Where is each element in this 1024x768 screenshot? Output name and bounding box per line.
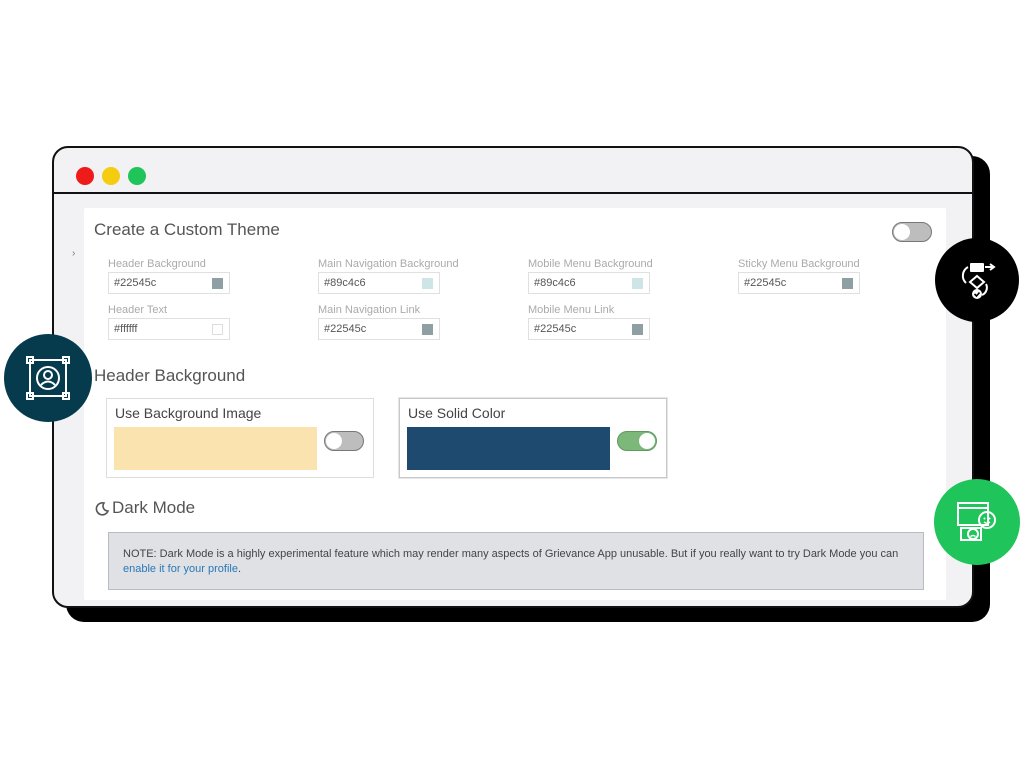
color-swatch[interactable] <box>422 324 433 335</box>
sticky-menu-background-input[interactable]: #22545c <box>738 272 860 294</box>
field-label: Mobile Menu Link <box>528 304 615 316</box>
field-sticky-menu-background: Sticky Menu Background #22545c <box>738 258 862 294</box>
option-label: Use Background Image <box>115 405 262 421</box>
solid-color-toggle[interactable] <box>617 431 657 451</box>
field-main-navigation-link: Main Navigation Link #22545c <box>318 304 442 340</box>
close-window-button[interactable] <box>76 167 94 185</box>
panel-title: Create a Custom Theme <box>94 220 280 239</box>
field-header-background: Header Background #22545c <box>108 258 232 294</box>
field-value: #22545c <box>744 277 787 289</box>
minimize-window-button[interactable] <box>102 167 120 185</box>
collapse-chevron-icon[interactable]: › <box>72 248 75 259</box>
background-image-toggle[interactable] <box>324 431 364 451</box>
color-swatch[interactable] <box>632 324 643 335</box>
field-value: #22545c <box>534 323 577 335</box>
color-swatch[interactable] <box>212 324 223 335</box>
field-label: Mobile Menu Background <box>528 258 653 270</box>
field-value: #22545c <box>324 323 367 335</box>
profile-frame-badge <box>4 334 92 422</box>
color-swatch[interactable] <box>422 278 433 289</box>
field-value: #22545c <box>114 277 157 289</box>
background-image-option[interactable]: Use Background Image <box>106 398 374 478</box>
toggle-knob <box>639 433 655 449</box>
background-image-preview <box>114 427 317 470</box>
maximize-window-button[interactable] <box>128 167 146 185</box>
workflow-icon <box>961 263 996 299</box>
title-bar <box>54 148 972 194</box>
field-main-navigation-background: Main Navigation Background #89c4c6 <box>318 258 459 294</box>
enable-dark-mode-link[interactable]: enable it for your profile <box>123 563 238 575</box>
mobile-menu-link-input[interactable]: #22545c <box>528 318 650 340</box>
note-end: . <box>237 563 242 575</box>
field-label: Main Navigation Background <box>318 258 459 270</box>
header-background-title: Header Background <box>94 366 246 385</box>
color-swatch[interactable] <box>842 278 853 289</box>
note-text: NOTE: Dark Mode is a highly experimental… <box>123 548 899 560</box>
field-label: Main Navigation Link <box>318 304 421 316</box>
moon-icon <box>95 502 110 516</box>
profile-frame-icon <box>26 356 70 400</box>
app-window: › Create a Custom Theme Header Backgroun… <box>52 146 974 608</box>
option-label: Use Solid Color <box>408 405 506 421</box>
toggle-knob <box>326 433 342 449</box>
solid-color-option[interactable]: Use Solid Color <box>399 398 667 478</box>
field-value: #ffffff <box>114 323 138 335</box>
dark-mode-title: Dark Mode <box>112 498 196 517</box>
field-label: Header Text <box>108 304 168 316</box>
color-swatch[interactable] <box>632 278 643 289</box>
header-background-input[interactable]: #22545c <box>108 272 230 294</box>
solid-color-preview <box>407 427 610 470</box>
field-mobile-menu-background: Mobile Menu Background #89c4c6 <box>528 258 653 294</box>
color-swatch[interactable] <box>212 278 223 289</box>
header-text-input[interactable]: #ffffff <box>108 318 230 340</box>
field-header-text: Header Text #ffffff <box>108 304 232 340</box>
workflow-badge <box>935 238 1019 322</box>
main-navigation-link-input[interactable]: #22545c <box>318 318 440 340</box>
field-value: #89c4c6 <box>534 277 576 289</box>
feedback-badge <box>934 479 1020 565</box>
main-navigation-background-input[interactable]: #89c4c6 <box>318 272 440 294</box>
field-value: #89c4c6 <box>324 277 366 289</box>
mobile-menu-background-input[interactable]: #89c4c6 <box>528 272 650 294</box>
toggle-knob <box>894 224 910 240</box>
field-label: Header Background <box>108 258 206 270</box>
custom-theme-toggle[interactable] <box>892 222 932 242</box>
field-mobile-menu-link: Mobile Menu Link #22545c <box>528 304 652 340</box>
feedback-icon <box>957 502 996 541</box>
custom-theme-panel: Create a Custom Theme Header Background … <box>84 208 946 600</box>
dark-mode-note: NOTE: Dark Mode is a highly experimental… <box>108 532 924 590</box>
field-label: Sticky Menu Background <box>738 258 860 270</box>
